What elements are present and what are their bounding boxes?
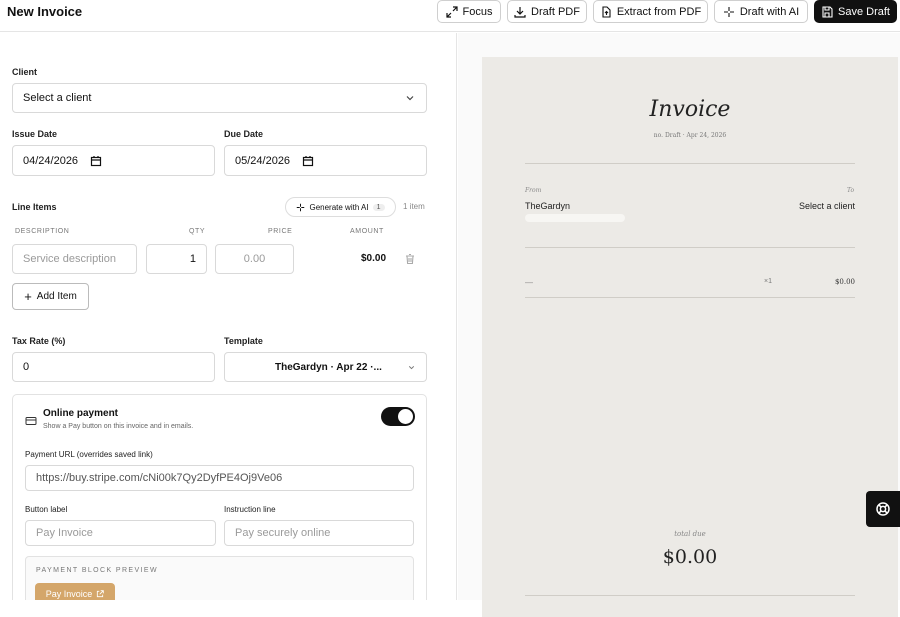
issue-date-label: Issue Date [12, 129, 58, 139]
download-icon [514, 6, 526, 18]
online-payment-toggle[interactable] [381, 407, 415, 426]
invoice-paper: Invoice no. Draft · Apr 24, 2026 From Th… [482, 57, 898, 617]
generate-with-ai-button[interactable]: Generate with AI 1 [285, 197, 396, 217]
from-label: From [525, 187, 542, 194]
calendar-icon[interactable] [302, 155, 314, 167]
focus-label: Focus [462, 5, 493, 18]
invoice-meta: no. Draft · Apr 24, 2026 [653, 132, 727, 139]
col-description: DESCRIPTION [15, 228, 70, 235]
button-label-label: Button label [25, 505, 68, 514]
add-item-label: Add Item [36, 291, 77, 302]
draft-with-ai-button[interactable]: Draft with AI [714, 0, 808, 23]
due-date-input[interactable]: 05/24/2026 [224, 145, 427, 176]
generate-with-ai-label: Generate with AI [309, 202, 369, 212]
preview-item-qty: ×1 [764, 278, 772, 285]
add-item-button[interactable]: + Add Item [12, 283, 89, 310]
chevron-down-icon [407, 363, 416, 372]
to-name: Select a client [798, 201, 855, 211]
top-bar: New Invoice Focus Draft PDF Extract from… [0, 0, 900, 32]
sparkle-icon [723, 6, 735, 18]
help-button[interactable] [866, 491, 900, 527]
issue-date-value: 04/24/2026 [23, 154, 79, 167]
payment-url-input[interactable]: https://buy.stripe.com/cNi00k7Qy2DyfPE4O… [25, 465, 414, 491]
client-label: Client [12, 67, 38, 77]
preview-item-description: — [525, 278, 533, 287]
client-select[interactable]: Select a client [12, 83, 427, 113]
template-select-value: TheGardyn · Apr 22 ·... [275, 361, 382, 373]
calendar-icon[interactable] [90, 155, 102, 167]
payment-block-preview: PAYMENT BLOCK PREVIEW Pay Invoice [25, 556, 414, 600]
to-label: To [847, 187, 855, 194]
focus-button[interactable]: Focus [437, 0, 501, 23]
page-title: New Invoice [7, 4, 83, 19]
total-due-value: $0.00 [662, 546, 718, 568]
total-due-label: total due [674, 530, 706, 538]
credit-card-icon [25, 415, 37, 427]
save-draft-button[interactable]: Save Draft [814, 0, 897, 23]
invoice-preview-pane: Invoice no. Draft · Apr 24, 2026 From Th… [458, 33, 900, 617]
file-upload-icon [600, 5, 612, 18]
divider [525, 163, 855, 164]
plus-icon: + [24, 289, 32, 304]
issue-date-input[interactable]: 04/24/2026 [12, 145, 215, 176]
col-qty: QTY [189, 228, 206, 235]
preview-item-amount: $0.00 [834, 278, 855, 286]
line-item-description-input[interactable]: Service description [12, 244, 137, 274]
instruction-line-input[interactable]: Pay securely online [224, 520, 414, 546]
template-label: Template [224, 336, 263, 346]
from-name: TheGardyn [525, 201, 571, 211]
line-item-price-input[interactable]: 0.00 [215, 244, 294, 274]
online-payment-card: Online payment Show a Pay button on this… [12, 394, 427, 600]
payment-url-label: Payment URL (overrides saved link) [25, 450, 153, 459]
online-payment-title: Online payment [43, 408, 119, 419]
expand-icon [445, 5, 458, 18]
extract-from-pdf-button[interactable]: Extract from PDF [593, 0, 708, 23]
line-item-amount: $0.00 [361, 253, 387, 264]
payment-preview-label: PAYMENT BLOCK PREVIEW [36, 567, 158, 574]
tax-rate-label: Tax Rate (%) [12, 336, 66, 346]
chevron-down-icon [404, 92, 416, 104]
toggle-knob [398, 409, 413, 424]
invoice-form: Client Select a client Issue Date 04/24/… [0, 33, 457, 600]
col-price: PRICE [268, 228, 293, 235]
line-items-label: Line Items [12, 202, 57, 212]
instruction-line-label: Instruction line [224, 505, 276, 514]
save-draft-label: Save Draft [838, 5, 890, 18]
divider [525, 297, 855, 298]
col-amount: AMOUNT [350, 228, 384, 235]
due-date-value: 05/24/2026 [235, 154, 291, 167]
due-date-label: Due Date [224, 129, 264, 139]
lifebuoy-icon [875, 501, 891, 517]
draft-with-ai-label: Draft with AI [739, 5, 800, 18]
divider [525, 247, 855, 248]
save-icon [821, 5, 833, 18]
divider [525, 595, 855, 596]
draft-pdf-button[interactable]: Draft PDF [507, 0, 587, 23]
from-address-redacted [525, 214, 625, 222]
extract-from-pdf-label: Extract from PDF [616, 5, 702, 18]
pay-invoice-preview-label: Pay Invoice [45, 589, 93, 599]
online-payment-subtitle: Show a Pay button on this invoice and in… [43, 423, 194, 430]
external-link-icon [96, 590, 105, 598]
pay-invoice-preview-button[interactable]: Pay Invoice [35, 583, 115, 600]
invoice-heading: Invoice [649, 97, 731, 122]
button-label-input[interactable]: Pay Invoice [25, 520, 216, 546]
client-select-value: Select a client [23, 92, 92, 104]
draft-pdf-label: Draft PDF [531, 5, 580, 18]
item-count: 1 item [403, 202, 425, 211]
trash-icon[interactable] [404, 253, 416, 265]
template-select[interactable]: TheGardyn · Apr 22 ·... [224, 352, 427, 382]
sparkle-icon [296, 203, 305, 212]
line-item-qty-input[interactable]: 1 [146, 244, 207, 274]
tax-rate-input[interactable]: 0 [12, 352, 215, 382]
generate-badge: 1 [372, 203, 385, 211]
